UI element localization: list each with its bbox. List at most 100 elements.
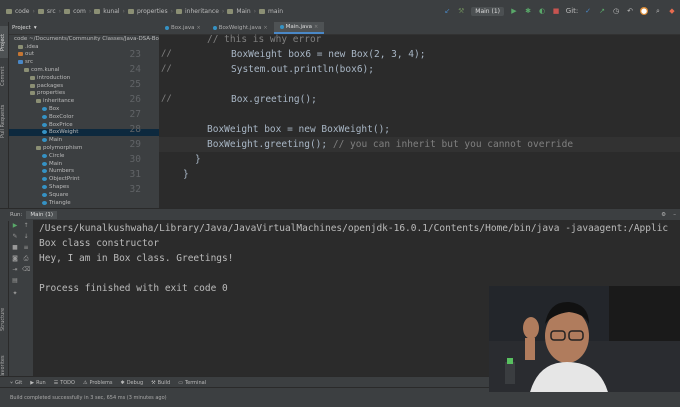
breadcrumb-item[interactable]: src (47, 8, 56, 15)
breadcrumb-item[interactable]: kunal (103, 8, 119, 15)
play-icon[interactable]: ▶ (510, 7, 518, 15)
code-line[interactable]: 27 (130, 107, 680, 122)
line-number: 24 (129, 64, 141, 75)
code-line[interactable]: 32 (130, 182, 680, 197)
stop-icon[interactable]: ■ (11, 244, 19, 252)
code-line[interactable]: 23 // BoxWeight box6 = new Box(2, 3, 4); (130, 47, 680, 62)
pull-requests-tool-tab[interactable]: Pull Requests (0, 96, 8, 146)
folder-icon (24, 68, 29, 73)
structure-tool-tab[interactable]: Structure (0, 304, 8, 334)
chevron-down-icon[interactable]: ▾ (34, 25, 37, 31)
code-line[interactable]: 29 BoxWeight.greeting(); // you can inher… (130, 137, 680, 152)
code-text: Box.greeting(); (231, 94, 317, 105)
ide-logo-icon[interactable]: ◆ (668, 7, 676, 15)
tool-window-label: Problems (89, 379, 113, 386)
tool-window-run[interactable]: ▶ Run (30, 380, 45, 386)
folder-icon (18, 44, 23, 49)
settings-icon[interactable]: ⚙ (661, 212, 666, 218)
code-area[interactable]: // this is why error 23 // BoxWeight box6 =… (130, 32, 680, 208)
breadcrumb-item[interactable]: com (73, 8, 86, 15)
breadcrumb-item[interactable]: Main (236, 8, 250, 15)
tool-window-terminal[interactable]: ▭ Terminal (178, 380, 206, 386)
terminal-icon: ▭ (178, 379, 183, 386)
folder-icon (127, 8, 134, 14)
vcs-update-icon[interactable]: ↙ (443, 7, 451, 15)
tree-item-label: code ~/Documents/Community Classes/Java-… (14, 35, 180, 42)
folder-icon (64, 8, 71, 14)
breadcrumb-separator-icon: › (88, 7, 92, 15)
code-line[interactable]: 30} (130, 152, 680, 167)
breadcrumb-item[interactable]: main (268, 8, 283, 15)
tree-item[interactable]: code ~/Documents/Community Classes/Java-… (9, 35, 180, 43)
code-line[interactable]: 25 (130, 77, 680, 92)
tree-item-label: Circle (49, 152, 65, 159)
history-icon[interactable]: ◷ (612, 7, 620, 15)
class-icon (42, 107, 47, 112)
camera-icon[interactable]: ◙ (11, 255, 19, 263)
coverage-icon[interactable]: ◐ (538, 7, 546, 15)
hammer-icon[interactable]: ⚒ (457, 7, 465, 15)
close-icon[interactable]: × (314, 24, 318, 30)
tree-item-label: Square (49, 191, 69, 198)
code-editor[interactable]: Box.java × BoxWeight.java × Main.java × // th… (130, 22, 680, 208)
line-number: 25 (129, 79, 141, 90)
bug-icon[interactable]: ✱ (524, 7, 532, 15)
up-arrow-icon[interactable]: ↑ (22, 222, 30, 230)
stop-icon[interactable]: ■ (552, 7, 560, 15)
status-message: Build completed successfully in 3 sec, 6… (10, 394, 167, 401)
breadcrumb-item[interactable]: code (15, 8, 29, 15)
bug-icon: ✱ (120, 379, 125, 386)
code-text: BoxWeight box = new BoxWeight(); (207, 124, 391, 135)
tool-window-todo[interactable]: ☰ TODO (54, 380, 75, 386)
code-line[interactable]: 26 // Box.greeting(); (130, 92, 680, 107)
breadcrumb-item[interactable]: properties (137, 8, 168, 15)
tool-window-problems[interactable]: ⚠ Problems (83, 380, 113, 386)
tool-window-debug[interactable]: ✱ Debug (121, 380, 144, 386)
class-icon (42, 153, 47, 158)
class-icon (279, 25, 284, 29)
git-label[interactable]: Git: (566, 7, 578, 15)
tree-item[interactable]: Triangle (9, 199, 159, 207)
class-icon (42, 130, 47, 135)
print-icon[interactable]: ⎙ (22, 255, 30, 263)
line-number: 31 (129, 169, 141, 180)
tool-window-build[interactable]: ⚒ Build (151, 380, 170, 386)
git-check-icon[interactable]: ✓ (584, 7, 592, 15)
code-line[interactable]: 31} (130, 167, 680, 182)
folder-icon (30, 75, 35, 80)
layout-icon[interactable]: ▤ (11, 277, 19, 285)
rollback-icon[interactable]: ↶ (626, 7, 634, 15)
exit-icon[interactable]: ⇥ (11, 266, 19, 274)
trash-icon[interactable]: ⌫ (22, 266, 30, 274)
breadcrumb-separator-icon: › (122, 7, 125, 15)
soft-wrap-icon[interactable]: ≡ (22, 244, 30, 252)
search-icon[interactable]: ⌕ (654, 7, 662, 15)
run-tool-column: ▶ ↑ ✎ ↓ ■ ≡ ◙ ⎙ ⇥ ⌫ ▤ ✦ (9, 220, 33, 376)
code-line[interactable]: // this is why error (159, 32, 680, 47)
minimize-icon[interactable]: – (673, 212, 676, 218)
code-line[interactable]: 28 BoxWeight box = new BoxWeight(); (130, 122, 680, 137)
close-icon[interactable]: × (263, 25, 267, 31)
presenter-video-icon (489, 286, 680, 392)
folder-icon (30, 83, 35, 88)
breadcrumb-item[interactable]: inheritance (185, 8, 219, 15)
project-panel-title[interactable]: Project (12, 25, 31, 31)
console-line: Hey, I am in Box class. Greetings! (39, 253, 234, 264)
code-text: BoxWeight box6 = new Box(2, 3, 4); (231, 49, 426, 60)
wrench-icon[interactable]: ✎ (11, 233, 19, 241)
user-avatar-icon[interactable]: ● (640, 7, 648, 15)
rerun-icon[interactable]: ▶ (11, 222, 19, 230)
project-tool-tab[interactable]: Project (0, 26, 8, 58)
down-arrow-icon[interactable]: ↓ (22, 233, 30, 241)
run-configuration-select[interactable]: Main (1) (471, 6, 504, 16)
git-push-icon[interactable]: ↗ (598, 7, 606, 15)
code-line[interactable]: 24 // System.out.println(box6); (130, 62, 680, 77)
pin-icon[interactable]: ✦ (11, 290, 19, 298)
breadcrumb-separator-icon: › (221, 7, 225, 15)
code-text: } (183, 169, 189, 180)
commit-tool-tab[interactable]: Commit (0, 62, 8, 90)
close-icon[interactable]: × (197, 25, 201, 31)
tool-window-git[interactable]: ⑂ Git (10, 380, 22, 386)
code-text: System.out.println(box6); (231, 64, 374, 75)
run-tab[interactable]: Main (1) (26, 211, 58, 219)
